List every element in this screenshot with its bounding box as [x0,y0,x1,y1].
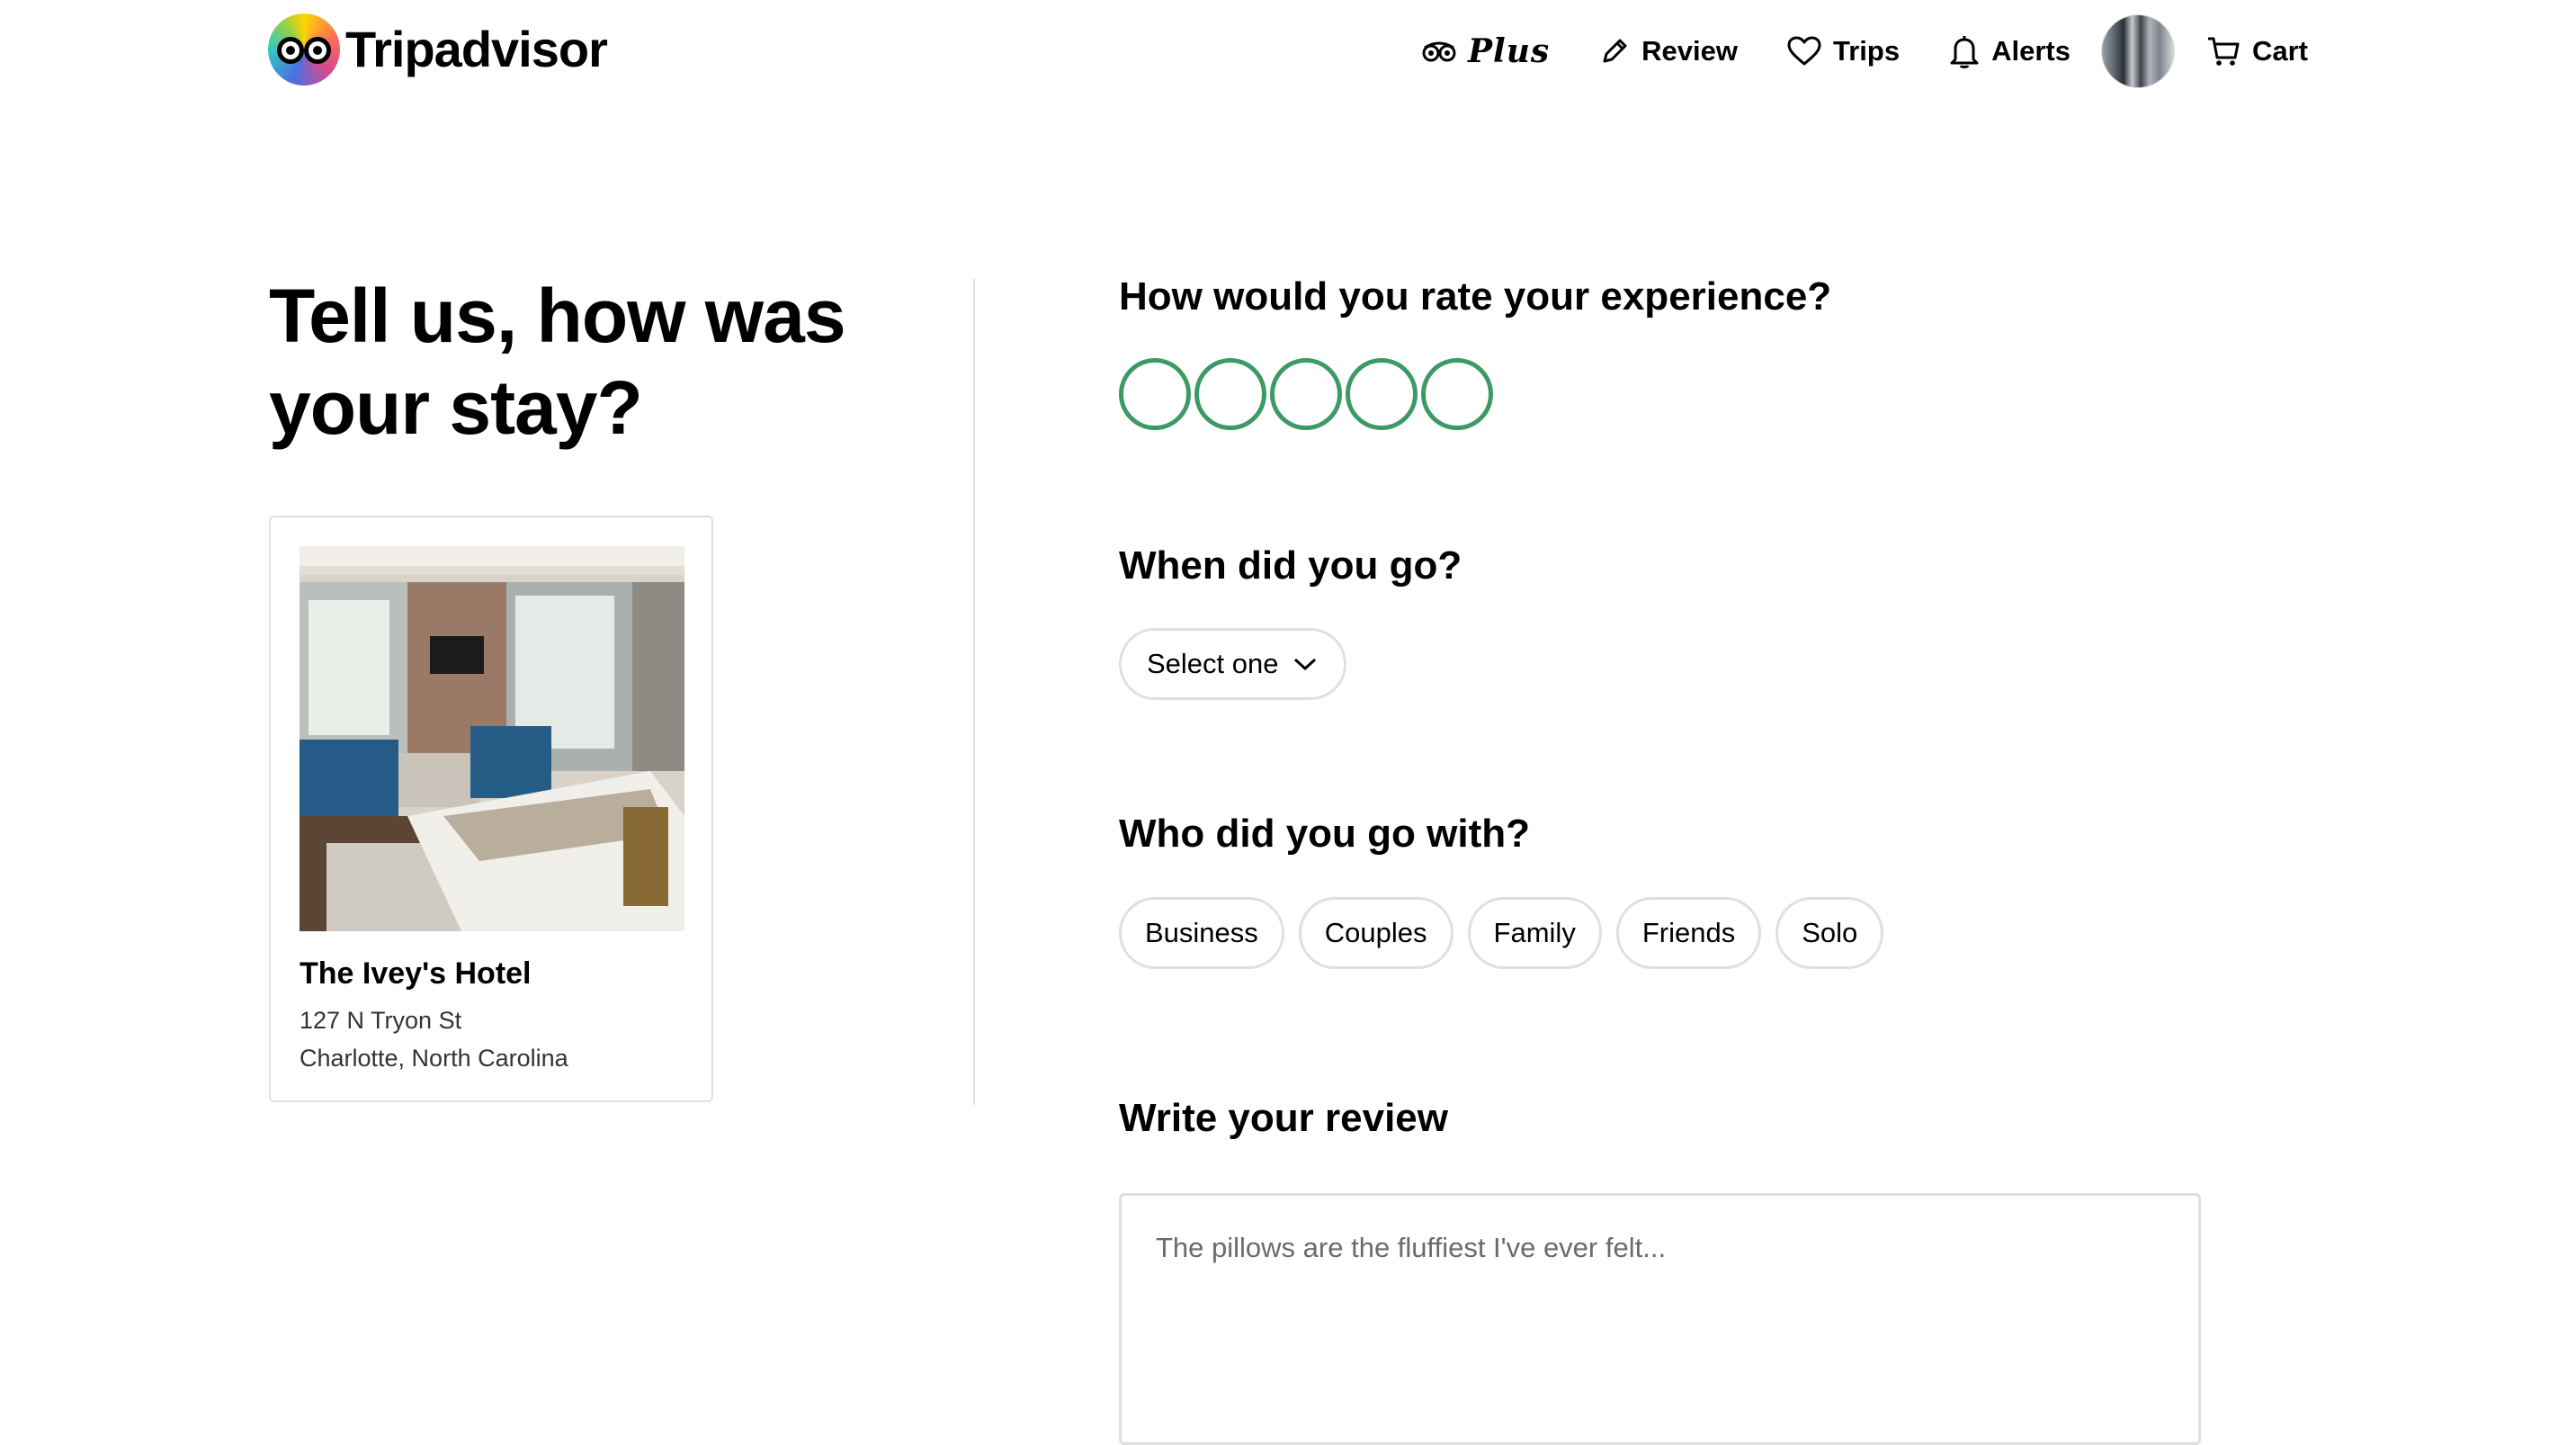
companion-option-couples[interactable]: Couples [1298,897,1453,969]
cart-icon [2207,37,2240,66]
nav-review[interactable]: Review [1598,13,1738,90]
hotel-address-city: Charlotte, North Carolina [300,1045,568,1072]
nav-alerts[interactable]: Alerts [1948,13,2071,90]
companion-option-family[interactable]: Family [1467,897,1602,969]
cart-label: Cart [2251,35,2308,67]
review-title: Write your review [1119,1096,1448,1140]
rating-bubble-5[interactable] [1421,358,1493,430]
hotel-card[interactable]: The Ivey's Hotel 127 N Tryon St Charlott… [269,516,713,1102]
owl-logo-icon [268,13,340,85]
review-label: Review [1641,35,1739,67]
top-header: Tripadvisor Plus Review Trips Alerts Car… [0,0,2576,103]
hotel-address-street: 127 N Tryon St [300,1007,462,1034]
bell-icon [1950,36,1979,68]
visit-date-select-label: Select one [1147,648,1279,679]
nav-cart[interactable]: Cart [2205,13,2308,90]
rating-bubble-4[interactable] [1346,358,1418,430]
brand-name: Tripadvisor [345,21,608,77]
pencil-icon [1603,39,1627,63]
when-question: When did you go? [1119,543,1462,588]
tripadvisor-logo[interactable]: Tripadvisor [268,13,608,86]
rating-bubble-3[interactable] [1270,358,1342,430]
hotel-photo [300,546,684,931]
companion-option-business[interactable]: Business [1119,897,1284,969]
alerts-label: Alerts [1991,35,2071,67]
visit-date-select[interactable]: Select one [1119,628,1346,700]
companion-question: Who did you go with? [1119,812,1530,856]
main-nav: Plus Review Trips Alerts Cart [1373,13,2308,90]
chevron-down-icon [1293,658,1316,670]
hotel-name: The Ivey's Hotel [300,956,532,991]
rating-bubble-2[interactable] [1194,358,1266,430]
rating-bubble-1[interactable] [1119,358,1191,430]
page-title: Tell us, how was your stay? [269,274,846,450]
trips-label: Trips [1833,35,1901,67]
rating-question: How would you rate your experience? [1119,274,1832,319]
nav-plus[interactable]: Plus [1421,13,1550,90]
nav-trips[interactable]: Trips [1786,13,1900,90]
companion-option-solo[interactable]: Solo [1775,897,1884,969]
review-textarea[interactable]: The pillows are the fluffiest I've ever … [1119,1193,2201,1445]
companion-options: Business Couples Family Friends Solo [1119,897,1898,969]
column-divider [973,279,975,1105]
user-avatar[interactable] [2100,14,2175,88]
heart-icon [1787,36,1821,66]
companion-option-friends[interactable]: Friends [1615,897,1762,969]
review-placeholder: The pillows are the fluffiest I've ever … [1156,1232,1667,1263]
binoculars-icon [1422,41,1456,62]
plus-label: Plus [1467,32,1551,70]
bubble-rating [1119,358,1497,430]
